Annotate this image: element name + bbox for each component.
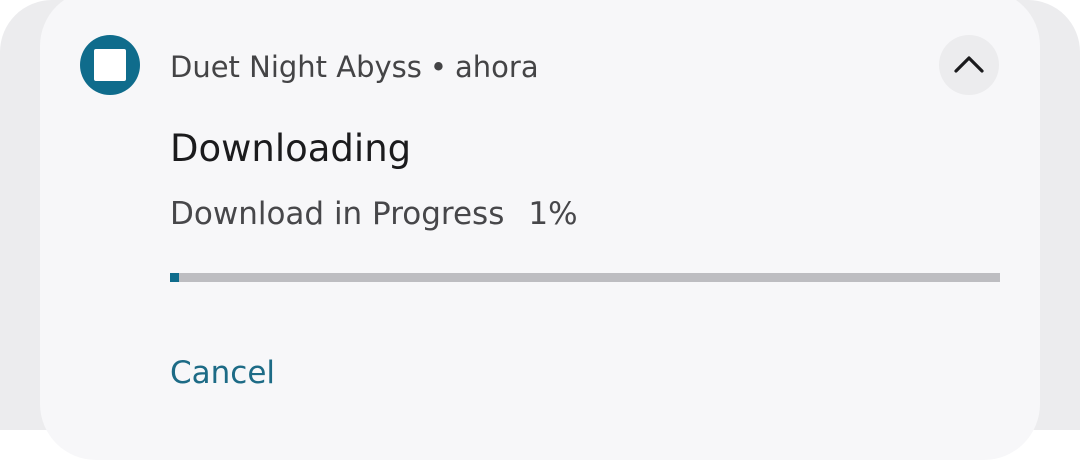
notification-time: ahora (455, 50, 539, 84)
progress-description: Download in Progress (170, 196, 505, 232)
notification-header: Duet Night Abyss • ahora (170, 49, 539, 85)
notification-text: Download in Progress 1% (170, 194, 578, 234)
collapse-button[interactable] (939, 35, 999, 95)
app-icon (80, 35, 140, 95)
notification-title: Downloading (170, 127, 412, 170)
app-name: Duet Night Abyss (170, 50, 422, 84)
chevron-up-icon (954, 56, 984, 73)
header-separator: • (429, 50, 448, 84)
app-square-icon (94, 49, 126, 81)
progress-percent: 1% (528, 196, 578, 232)
progress-bar (170, 273, 1000, 282)
cancel-button[interactable]: Cancel (170, 353, 275, 393)
progress-bar-fill (170, 273, 179, 282)
